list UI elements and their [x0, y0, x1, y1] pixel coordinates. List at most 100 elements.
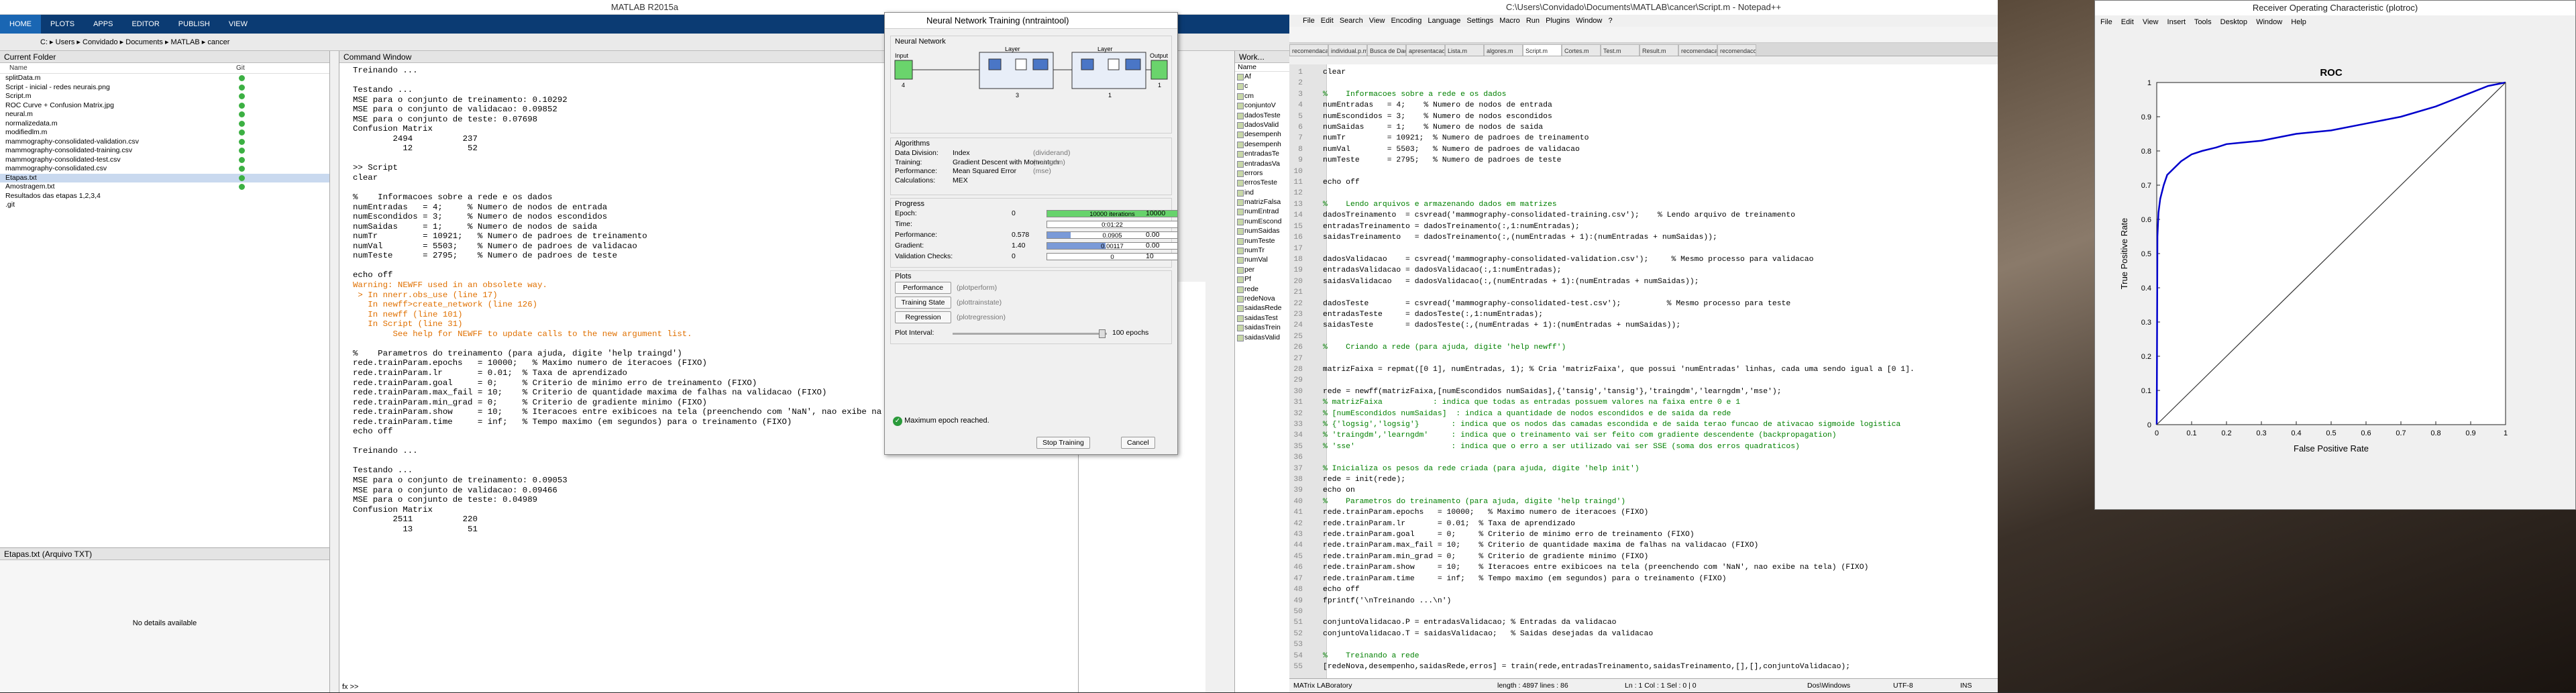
address-users[interactable]: Users	[56, 38, 75, 46]
workspace-var[interactable]: cm	[1235, 91, 1289, 101]
npp-tab[interactable]: recomendaco	[1717, 44, 1756, 56]
npp-tab[interactable]: Result.m	[1640, 44, 1678, 56]
folder-item[interactable]: Script.m	[0, 92, 329, 101]
workspace-var[interactable]: entradasTe	[1235, 149, 1289, 158]
workspace-var[interactable]: desempenh	[1235, 129, 1289, 139]
workspace-var[interactable]: numTeste	[1235, 236, 1289, 246]
roc-menu-item[interactable]: File	[2100, 18, 2112, 26]
roc-menu-item[interactable]: View	[2143, 18, 2159, 26]
workspace-var[interactable]: numTr	[1235, 246, 1289, 255]
command-prompt[interactable]: fx >>	[342, 683, 358, 691]
npp-menu-item[interactable]: File	[1303, 17, 1315, 25]
npp-tab[interactable]: apresentacao	[1406, 44, 1445, 56]
folder-item[interactable]: mammography-consolidated-test.csv	[0, 156, 329, 165]
workspace-var[interactable]: saidasValid	[1235, 333, 1289, 342]
workspace-var[interactable]: numEntrad	[1235, 207, 1289, 216]
npp-tab[interactable]: individual.p.m	[1328, 44, 1367, 56]
folder-item[interactable]: Etapas.txt	[0, 173, 329, 182]
address-matlab[interactable]: MATLAB	[171, 38, 200, 46]
npp-tab[interactable]: Lista.m	[1445, 44, 1484, 56]
tab-editor[interactable]: EDITOR	[122, 15, 168, 34]
col-name[interactable]: Name	[9, 64, 28, 72]
npp-menu-item[interactable]: Settings	[1466, 17, 1493, 25]
npp-tab[interactable]: Cortes.m	[1562, 44, 1601, 56]
folder-item[interactable]: .git	[0, 201, 329, 210]
roc-menu-item[interactable]: Insert	[2167, 18, 2186, 26]
workspace-var[interactable]: dadosValid	[1235, 120, 1289, 129]
address-convidado[interactable]: Convidado	[83, 38, 118, 46]
tab-apps[interactable]: APPS	[84, 15, 122, 34]
address-documents[interactable]: Documents	[125, 38, 163, 46]
npp-editor[interactable]: 1 clear 2 3% Informacoes sobre a rede e os …	[1289, 64, 1998, 678]
npp-tab[interactable]: Test.m	[1601, 44, 1640, 56]
tab-publish[interactable]: PUBLISH	[169, 15, 219, 34]
folder-item[interactable]: neural.m	[0, 110, 329, 119]
workspace-var[interactable]: conjuntoV	[1235, 101, 1289, 110]
folder-item[interactable]: normalizedata.m	[0, 119, 329, 129]
folder-item[interactable]: Amostragem.txt	[0, 182, 329, 192]
workspace-var[interactable]: numSaidas	[1235, 226, 1289, 235]
plot-button[interactable]: Training State	[895, 297, 951, 309]
npp-tab[interactable]: recomendacao.m	[1289, 44, 1328, 56]
folder-item[interactable]: mammography-consolidated-validation.csv	[0, 138, 329, 147]
workspace-var[interactable]: saidasTest	[1235, 313, 1289, 323]
workspace-var[interactable]: numEscond	[1235, 217, 1289, 226]
folder-item[interactable]: Script - inicial - redes neurais.png	[0, 83, 329, 93]
roc-menu-item[interactable]: Edit	[2121, 18, 2134, 26]
address-c[interactable]: C:	[40, 38, 48, 46]
folder-item[interactable]: mammography-consolidated.csv	[0, 164, 329, 174]
cancel-button[interactable]: Cancel	[1121, 437, 1155, 449]
folder-item[interactable]: splitData.m	[0, 74, 329, 83]
stop-training-button[interactable]: Stop Training	[1036, 437, 1090, 449]
npp-tab[interactable]: recomendacao.m	[1678, 44, 1717, 56]
npp-tab[interactable]: Busca de Dados	[1367, 44, 1406, 56]
workspace-var[interactable]: dadosTeste	[1235, 111, 1289, 120]
workspace-var[interactable]: Pf	[1235, 274, 1289, 284]
tab-home[interactable]: HOME	[0, 15, 41, 34]
workspace-var[interactable]: saidasTrein	[1235, 323, 1289, 332]
address-cancer[interactable]: cancer	[207, 38, 229, 46]
npp-menu-item[interactable]: Window	[1576, 17, 1602, 25]
npp-menu-item[interactable]: Search	[1340, 17, 1363, 25]
workspace-var[interactable]: Af	[1235, 72, 1289, 81]
workspace-var[interactable]: c	[1235, 81, 1289, 91]
plot-button[interactable]: Performance	[895, 282, 951, 294]
workspace-var[interactable]: desempenh	[1235, 140, 1289, 149]
workspace-var[interactable]: entradasVa	[1235, 159, 1289, 168]
roc-menu-item[interactable]: Desktop	[2220, 18, 2247, 26]
npp-menu-item[interactable]: View	[1369, 17, 1385, 25]
workspace-var[interactable]: per	[1235, 265, 1289, 274]
workspace-var[interactable]: errosTeste	[1235, 178, 1289, 187]
tab-plots[interactable]: PLOTS	[41, 15, 84, 34]
plot-button[interactable]: Regression	[895, 311, 951, 323]
npp-menu-item[interactable]: Language	[1428, 17, 1460, 25]
folder-item[interactable]: modifiedlm.m	[0, 128, 329, 138]
npp-menu-item[interactable]: Encoding	[1391, 17, 1421, 25]
roc-menu-item[interactable]: Help	[2291, 18, 2306, 26]
workspace-var[interactable]: errors	[1235, 168, 1289, 178]
npp-tab[interactable]: algores.m	[1484, 44, 1523, 56]
plot-interval-slider[interactable]	[953, 329, 1107, 338]
workspace-var[interactable]: rede	[1235, 284, 1289, 294]
npp-menu-item[interactable]: Plugins	[1546, 17, 1570, 25]
workspace-var[interactable]: redeNova	[1235, 294, 1289, 303]
tab-view[interactable]: VIEW	[219, 15, 257, 34]
folder-item[interactable]: ROC Curve + Confusion Matrix.jpg	[0, 101, 329, 111]
col-git[interactable]: Git	[236, 63, 245, 74]
npp-menu-item[interactable]: Edit	[1321, 17, 1334, 25]
npp-tab[interactable]: Script.m	[1523, 44, 1562, 56]
npp-menu-item[interactable]: ?	[1608, 17, 1612, 25]
roc-menu-item[interactable]: Tools	[2194, 18, 2212, 26]
workspace-var[interactable]: matrizFalsa	[1235, 197, 1289, 207]
npp-toolbar[interactable]	[1289, 27, 1998, 43]
workspace-var[interactable]: numVal	[1235, 255, 1289, 264]
folder-item[interactable]: Resultados das etapas 1,2,3,4	[0, 192, 329, 201]
npp-menu-item[interactable]: Run	[1526, 17, 1540, 25]
npp-menu-item[interactable]: Macro	[1499, 17, 1520, 25]
code-text: clear	[1323, 68, 1346, 76]
workspace-var[interactable]: ind	[1235, 188, 1289, 197]
workspace-var[interactable]: saidasRede	[1235, 303, 1289, 313]
roc-menu-item[interactable]: Window	[2256, 18, 2282, 26]
folder-item[interactable]: mammography-consolidated-training.csv	[0, 146, 329, 156]
workspace-col[interactable]: Name	[1235, 63, 1289, 72]
